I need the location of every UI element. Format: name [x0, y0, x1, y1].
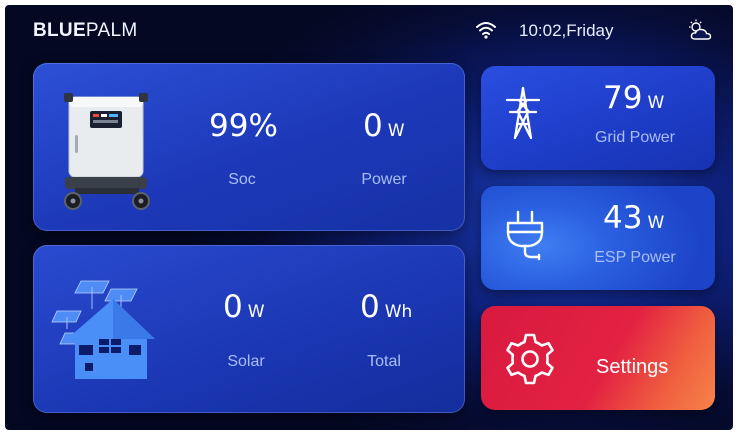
top-bar: BLUEPALM 10:02,Friday	[5, 5, 733, 57]
esp-power-value: 43 W	[603, 200, 665, 236]
solar-house-icon	[51, 280, 155, 379]
plug-icon	[506, 210, 544, 261]
battery-device-icon	[64, 93, 150, 210]
esp-power-card[interactable]: 43 W ESP Power	[481, 186, 715, 290]
soc-value: 99%	[209, 108, 278, 144]
grid-power-label: Grid Power	[594, 129, 676, 146]
settings-label: Settings	[596, 356, 669, 378]
settings-button[interactable]: Settings	[481, 306, 715, 410]
battery-power-value: 0W	[363, 108, 405, 144]
transmission-tower-icon	[505, 86, 541, 140]
total-label: Total	[367, 353, 401, 370]
wifi-icon	[476, 22, 496, 39]
gear-icon	[506, 333, 554, 385]
grid-power-value: 79 W	[603, 80, 665, 116]
battery-card[interactable]: 99% Soc 0W Power	[33, 63, 465, 231]
partly-cloudy-icon[interactable]	[687, 19, 713, 41]
grid-power-card[interactable]: 79 W Grid Power	[481, 66, 715, 170]
solar-card[interactable]: 0W Solar 0 Wh Total	[33, 245, 465, 413]
clock-text: 10:02,Friday	[519, 21, 614, 40]
total-value: 0 Wh	[360, 289, 413, 325]
esp-power-label: ESP Power	[594, 249, 676, 266]
brand-logo: BLUEPALM	[33, 20, 138, 41]
battery-power-label: Power	[361, 171, 407, 188]
soc-label: Soc	[228, 171, 256, 188]
solar-value: 0W	[223, 289, 265, 325]
solar-label: Solar	[227, 353, 265, 370]
dashboard-screen: BLUEPALM 10:02,Friday 99% Soc 0 W Power …	[5, 5, 733, 430]
